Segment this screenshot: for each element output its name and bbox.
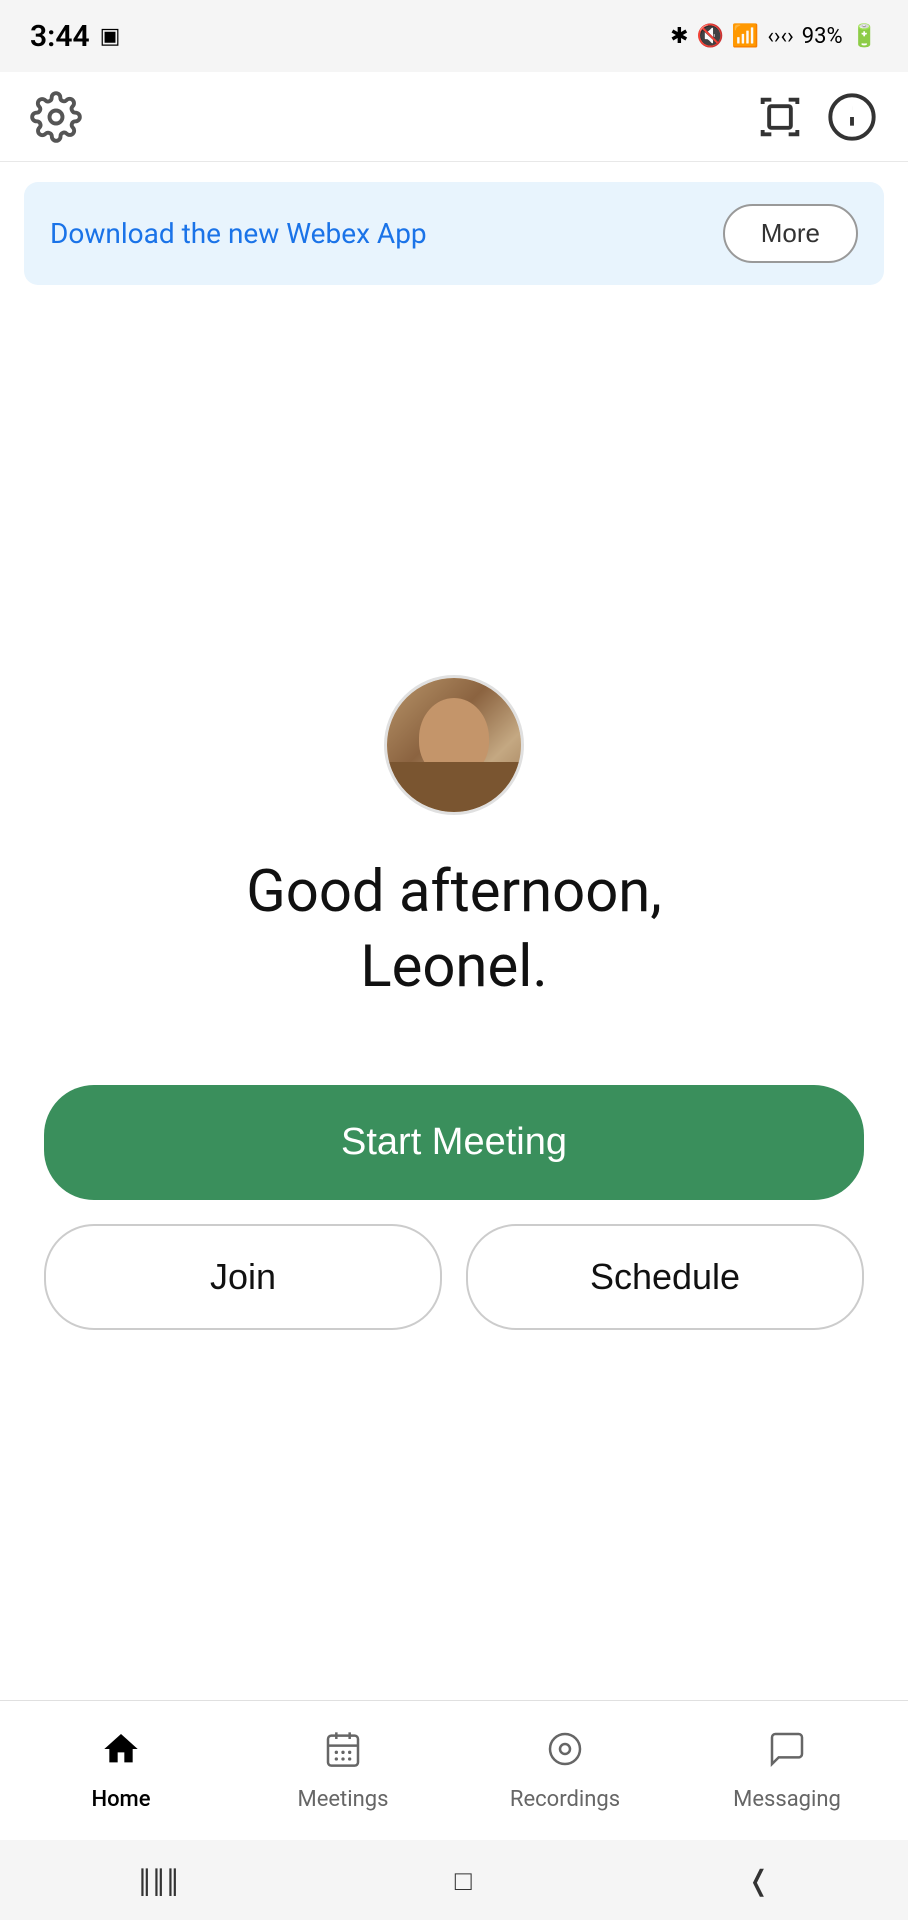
header (0, 72, 908, 162)
sound-icon: 🔇 (697, 24, 724, 49)
join-button[interactable]: Join (44, 1224, 442, 1330)
header-left (30, 91, 82, 143)
camera-status-icon: ▣ (100, 24, 121, 49)
nav-messaging[interactable]: Messaging (676, 1729, 898, 1812)
banner-more-button[interactable]: More (723, 204, 858, 263)
nav-meetings-label: Meetings (298, 1787, 389, 1812)
home-icon (101, 1729, 141, 1779)
greeting-text: Good afternoon, Leonel. (246, 855, 662, 1006)
greeting: Good afternoon, Leonel. (246, 855, 662, 1006)
start-meeting-button[interactable]: Start Meeting (44, 1085, 864, 1200)
main-content: Good afternoon, Leonel. Start Meeting Jo… (0, 305, 908, 1700)
info-icon[interactable] (826, 91, 878, 143)
system-nav: ∥∥∥ □ ❬ (0, 1840, 908, 1920)
greeting-line1: Good afternoon, (246, 858, 662, 926)
status-bar-left: 3:44 ▣ (30, 19, 120, 54)
status-bar-right: ✱ 🔇 📶 ‹›‹› 93% 🔋 (670, 24, 878, 49)
gear-icon[interactable] (30, 91, 82, 143)
nav-home[interactable]: Home (10, 1729, 232, 1812)
banner-text: Download the new Webex App (50, 217, 427, 250)
status-time: 3:44 (30, 19, 90, 54)
nav-recordings[interactable]: Recordings (454, 1729, 676, 1812)
status-bar: 3:44 ▣ ✱ 🔇 📶 ‹›‹› 93% 🔋 (0, 0, 908, 72)
recents-icon[interactable]: ∥∥∥ (138, 1864, 180, 1897)
signal-icon: ‹›‹› (767, 24, 793, 49)
download-banner: Download the new Webex App More (24, 182, 884, 285)
header-right (754, 91, 878, 143)
nav-home-label: Home (91, 1787, 150, 1812)
avatar (384, 675, 524, 815)
battery-icon: 🔋 (851, 24, 878, 49)
avatar-container (384, 675, 524, 815)
back-icon[interactable]: ❬ (747, 1864, 770, 1897)
action-buttons: Start Meeting Join Schedule (44, 1085, 864, 1330)
nav-meetings[interactable]: Meetings (232, 1729, 454, 1812)
bottom-nav: Home Meetings Recordings (0, 1700, 908, 1840)
nav-recordings-label: Recordings (510, 1787, 620, 1812)
secondary-buttons: Join Schedule (44, 1224, 864, 1330)
home-system-icon[interactable]: □ (455, 1864, 472, 1897)
wifi-icon: 📶 (732, 24, 759, 49)
bluetooth-icon: ✱ (670, 24, 688, 49)
messaging-icon (767, 1729, 807, 1779)
meetings-icon (323, 1729, 363, 1779)
nav-messaging-label: Messaging (733, 1787, 841, 1812)
battery-percent: 93% (802, 24, 843, 49)
greeting-line2: Leonel. (360, 933, 547, 1001)
recordings-icon (545, 1729, 585, 1779)
avatar-image (387, 678, 521, 812)
schedule-button[interactable]: Schedule (466, 1224, 864, 1330)
scan-icon[interactable] (754, 91, 806, 143)
